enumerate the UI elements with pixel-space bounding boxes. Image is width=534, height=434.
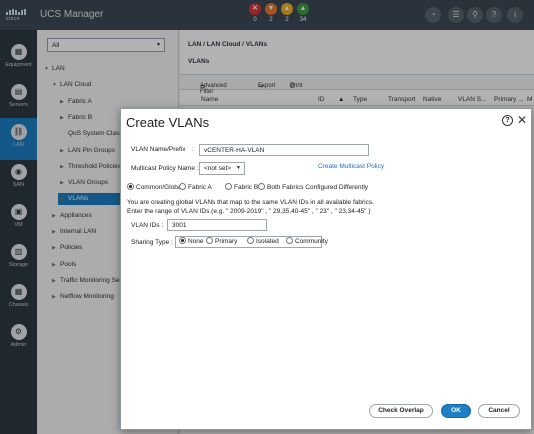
chevron-down-icon: ▼ — [236, 165, 241, 171]
ok-button[interactable]: OK — [441, 404, 471, 418]
cancel-button[interactable]: Cancel — [478, 404, 520, 418]
radio-label: None — [188, 238, 204, 245]
info-line-1: You are creating global VLANs that map t… — [127, 199, 374, 206]
scope-radio[interactable]: Fabric A — [179, 183, 212, 193]
radio-label: Fabric B — [234, 184, 259, 191]
sharing-type-group: None Primary Isolated Community — [175, 236, 328, 248]
vlan-name-colon: : — [192, 146, 194, 153]
sharing-radio[interactable]: None — [179, 237, 204, 247]
vlan-name-label: VLAN Name/Prefix — [131, 146, 186, 153]
radio-icon — [286, 237, 293, 244]
create-vlans-dialog: Create VLANs ? ✕ VLAN Name/Prefix : vCEN… — [120, 108, 532, 430]
vlan-ids-input[interactable]: 3001 — [167, 219, 267, 231]
radio-label: Both Fabrics Configured Differently — [267, 184, 369, 191]
scope-radio[interactable]: Both Fabrics Configured Differently — [258, 183, 368, 193]
multicast-policy-select[interactable]: <not set> ▼ — [199, 162, 245, 175]
info-line-2: Enter the range of VLAN IDs.(e.g. " 2009… — [127, 208, 371, 215]
scope-radio[interactable]: Fabric B — [225, 183, 258, 193]
multicast-policy-value: <not set> — [204, 165, 232, 172]
radio-icon — [225, 183, 232, 190]
radio-icon — [127, 183, 134, 190]
multicast-policy-label: Multicast Policy Name : — [131, 165, 199, 172]
create-multicast-policy-link[interactable]: Create Multicast Policy — [318, 163, 384, 170]
radio-label: Isolated — [256, 238, 279, 245]
vlan-ids-label: VLAN IDs : — [131, 222, 164, 229]
vlan-name-input[interactable]: vCENTER-HA-VLAN — [199, 144, 369, 156]
scope-radio[interactable]: Common/Global — [127, 183, 183, 193]
sharing-radio[interactable]: Primary — [206, 237, 237, 247]
radio-icon — [179, 183, 186, 190]
check-overlap-button[interactable]: Check Overlap — [369, 404, 433, 418]
dialog-title: Create VLANs — [126, 115, 210, 130]
radio-icon — [179, 237, 186, 244]
radio-icon — [247, 237, 254, 244]
radio-icon — [206, 237, 213, 244]
radio-label: Fabric A — [188, 184, 212, 191]
radio-icon — [258, 183, 265, 190]
radio-label: Primary — [215, 238, 238, 245]
sharing-radio[interactable]: Isolated — [247, 237, 279, 247]
sharing-radio[interactable]: Community — [286, 237, 328, 247]
help-icon[interactable]: ? — [502, 115, 513, 126]
close-icon[interactable]: ✕ — [517, 113, 527, 127]
radio-label: Common/Global — [136, 184, 183, 191]
radio-label: Community — [295, 238, 328, 245]
sharing-type-label: Sharing Type : — [131, 239, 173, 246]
